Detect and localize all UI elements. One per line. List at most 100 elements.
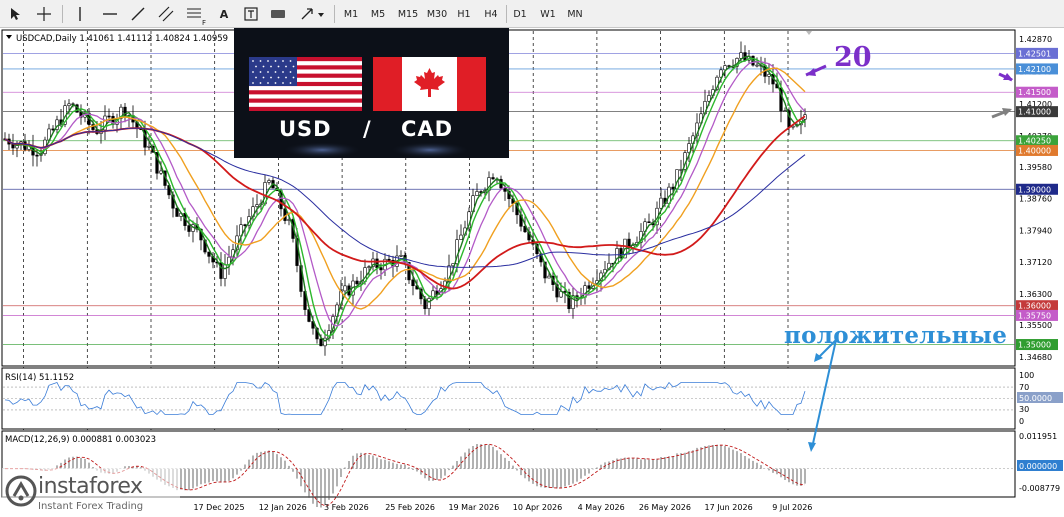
date-tick-label: 10 Apr 2026 bbox=[513, 503, 562, 512]
fibonacci-icon[interactable]: F bbox=[184, 4, 206, 27]
text-tool-button[interactable]: A bbox=[216, 4, 232, 24]
us-flag-star bbox=[274, 71, 277, 73]
us-flag-star bbox=[277, 76, 280, 79]
cursor-icon[interactable] bbox=[6, 4, 24, 24]
timeframe-w1[interactable]: W1 bbox=[537, 4, 559, 24]
candle-body bbox=[243, 224, 247, 226]
price-level-label: 1.42501 bbox=[1018, 49, 1051, 58]
us-flag-star bbox=[289, 60, 292, 62]
shapes-icon[interactable] bbox=[268, 4, 288, 24]
trendline-icon[interactable] bbox=[128, 4, 148, 24]
channel-icon[interactable] bbox=[156, 4, 176, 24]
timeframe-mn[interactable]: MN bbox=[564, 4, 586, 24]
candle-body bbox=[475, 191, 479, 196]
candle-body bbox=[51, 128, 55, 131]
us-flag-star bbox=[274, 60, 277, 62]
us-flag-star bbox=[289, 71, 292, 73]
candle-body bbox=[175, 207, 179, 217]
candle-body bbox=[547, 275, 551, 279]
price-level-label: 1.42100 bbox=[1018, 65, 1051, 74]
arrows-dropdown-icon[interactable] bbox=[298, 4, 328, 24]
timeframe-d1[interactable]: D1 bbox=[510, 4, 530, 24]
macd-label-min: -0.008779 bbox=[1019, 484, 1060, 493]
rsi-label-70: 70 bbox=[1019, 383, 1029, 392]
currency-flags-banner: USD / CAD bbox=[234, 28, 509, 158]
timeframe-m1[interactable]: M1 bbox=[340, 4, 362, 24]
price-axis: 1.428701.420401.412001.403701.395801.387… bbox=[1016, 35, 1058, 362]
candle-body bbox=[491, 177, 495, 180]
us-flag-star bbox=[259, 71, 262, 73]
chart-header: USDCAD,Daily 1.41061 1.41112 1.40824 1.4… bbox=[16, 34, 228, 44]
us-flag-star bbox=[255, 65, 257, 68]
date-tick-label: 17 Jun 2026 bbox=[705, 503, 753, 512]
us-flag-star bbox=[252, 71, 254, 73]
candle-body bbox=[67, 103, 71, 106]
candle-body bbox=[159, 170, 163, 174]
candle-body bbox=[783, 110, 787, 112]
timeframe-h4[interactable]: H4 bbox=[480, 4, 502, 24]
crosshair-icon[interactable] bbox=[34, 4, 54, 24]
logo-wordmark: instaforex bbox=[38, 474, 143, 499]
instaforex-logo-icon bbox=[5, 475, 37, 507]
chart-area[interactable]: USDCAD,Daily 1.41061 1.41112 1.40824 1.4… bbox=[0, 28, 1064, 517]
price-level-label: 1.40000 bbox=[1018, 146, 1051, 155]
date-tick-label: 12 Jan 2026 bbox=[259, 503, 307, 512]
rsi-label-100: 100 bbox=[1019, 371, 1034, 380]
timeframe-m15[interactable]: M15 bbox=[394, 4, 422, 24]
candle-body bbox=[679, 169, 683, 171]
us-flag-star bbox=[270, 76, 272, 79]
price-tick-label: 1.34680 bbox=[1019, 353, 1052, 362]
vertical-line-icon[interactable] bbox=[72, 4, 88, 24]
us-flag-star bbox=[262, 76, 265, 79]
candle-body bbox=[323, 337, 327, 347]
timeframe-m30[interactable]: M30 bbox=[423, 4, 451, 24]
candle-body bbox=[147, 145, 151, 148]
quote-currency-label: CAD bbox=[401, 117, 454, 141]
candle-body bbox=[379, 267, 383, 271]
us-flag-stripe bbox=[249, 106, 362, 111]
candle-body bbox=[399, 255, 403, 257]
text-label-icon[interactable] bbox=[242, 4, 260, 24]
candle-body bbox=[35, 154, 39, 157]
timeframe-h1[interactable]: H1 bbox=[453, 4, 475, 24]
price-tick-label: 1.42870 bbox=[1019, 35, 1052, 44]
date-tick-label: 19 Mar 2026 bbox=[448, 503, 499, 512]
annotation-period-number: 20 bbox=[834, 42, 872, 73]
candle-body bbox=[411, 279, 415, 287]
timeframe-m5[interactable]: M5 bbox=[367, 4, 389, 24]
horizontal-line-icon[interactable] bbox=[100, 4, 120, 24]
candle-body bbox=[647, 221, 651, 224]
date-tick-label: 17 Dec 2025 bbox=[193, 503, 244, 512]
candle-body bbox=[267, 180, 271, 183]
rsi-label-50: 50.0000 bbox=[1019, 394, 1052, 403]
candle-body bbox=[319, 338, 323, 347]
price-level-label: 1.36000 bbox=[1018, 302, 1051, 311]
us-flag-star bbox=[259, 82, 262, 84]
candle-body bbox=[355, 280, 359, 285]
price-level-label: 1.35750 bbox=[1018, 311, 1051, 320]
us-flag-star bbox=[292, 65, 295, 68]
us-flag-star bbox=[267, 71, 269, 73]
us-flag-icon bbox=[249, 57, 362, 111]
macd-label-max: 0.011951 bbox=[1019, 432, 1057, 441]
us-flag-star bbox=[289, 82, 292, 84]
candle-body bbox=[107, 115, 111, 118]
rsi-label-0: 0 bbox=[1019, 417, 1024, 426]
candle-body bbox=[375, 258, 379, 268]
us-flag-star bbox=[282, 71, 284, 73]
fibonacci-label: F bbox=[201, 19, 206, 27]
instaforex-logo: instaforex Instant Forex Trading bbox=[2, 468, 180, 517]
price-level-label: 1.39000 bbox=[1018, 185, 1051, 194]
candle-body bbox=[207, 251, 211, 257]
us-flag-star bbox=[282, 60, 284, 62]
candle-body bbox=[187, 225, 191, 232]
price-tick-label: 1.39580 bbox=[1019, 163, 1052, 172]
price-level-label: 1.40250 bbox=[1018, 137, 1051, 146]
date-tick-label: 25 Feb 2026 bbox=[385, 503, 435, 512]
us-flag-star bbox=[274, 82, 277, 84]
annotation-positive-word: положительные bbox=[784, 322, 1008, 349]
date-tick-label: 26 May 2026 bbox=[639, 503, 691, 512]
date-tick-label: 3 Feb 2026 bbox=[324, 503, 369, 512]
candle-body bbox=[367, 266, 371, 268]
us-flag-star bbox=[292, 76, 295, 79]
